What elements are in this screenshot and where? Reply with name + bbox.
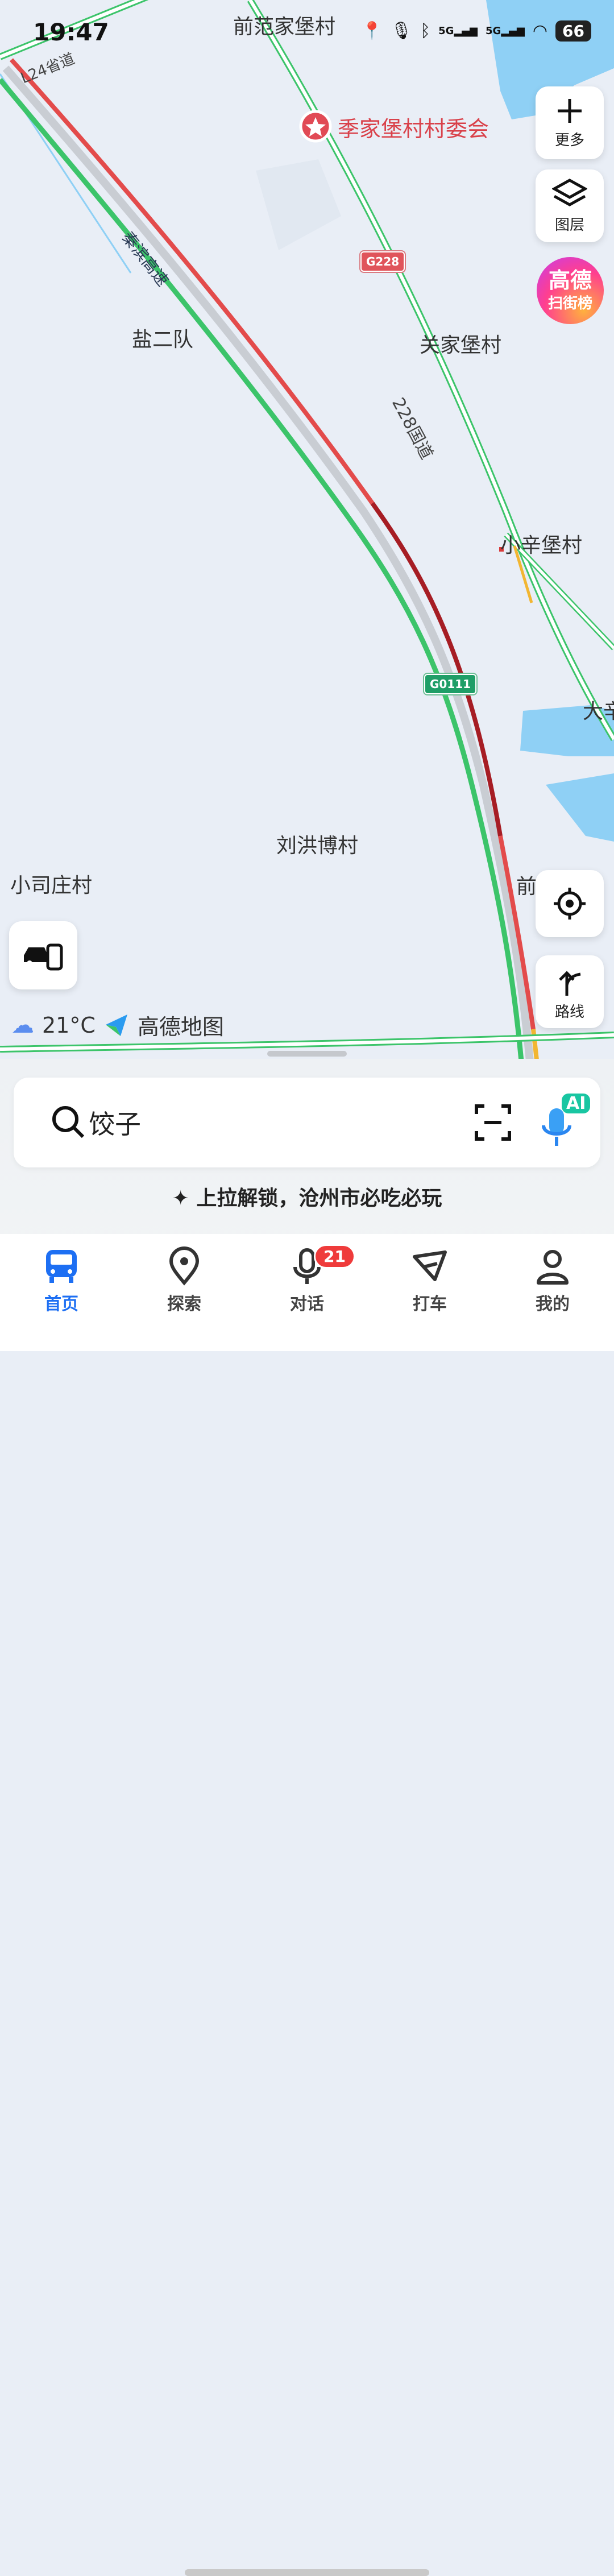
location-icon: 📍 (361, 21, 383, 41)
route-arrow-icon (559, 970, 581, 996)
search-input[interactable]: 饺子 (89, 1104, 141, 1141)
ai-voice-button[interactable]: AI (537, 1094, 591, 1150)
pull-up-tip[interactable]: ✦ 上拉解锁，沧州市必吃必玩 (0, 1182, 614, 1211)
status-bar: 19:47 📍 🎙 ᛒ 5G▂▄▆ 5G▂▄▆ ◠ 66 (0, 0, 614, 63)
nav-explore[interactable]: 探索 (139, 1246, 230, 1315)
nav-profile-label: 我的 (536, 1294, 570, 1314)
street-rank-title: 高德 (548, 267, 592, 293)
map-label-da: 大辛 (583, 700, 614, 723)
location-pin-icon (169, 1246, 200, 1286)
map-label-guanjiabaocun: 关家堡村 (420, 334, 502, 357)
home-indicator[interactable] (185, 2569, 429, 2576)
nav-taxi[interactable]: 打车 (384, 1246, 475, 1315)
signal-icon: 5G▂▄▆ (438, 25, 478, 37)
brand-name: 高德地图 (137, 1014, 224, 1039)
ai-badge: AI (562, 1094, 591, 1113)
nav-explore-label: 探索 (167, 1294, 201, 1314)
user-icon (537, 1250, 569, 1285)
signal-icon-2: 5G▂▄▆ (486, 25, 525, 37)
map-label-qian: 前 (516, 875, 537, 898)
wifi-icon: ◠ (532, 21, 548, 41)
sheet-handle[interactable] (267, 1051, 347, 1057)
car-phone-button[interactable] (9, 921, 77, 989)
locate-button[interactable] (536, 870, 604, 937)
crosshair-icon (554, 888, 586, 920)
search-icon (52, 1106, 85, 1138)
route-label: 路线 (554, 1003, 584, 1021)
chat-unread-badge: 21 (314, 1244, 355, 1269)
more-button[interactable]: 更多 (536, 86, 604, 159)
map-label-xiaosizhuangcun: 小司庄村 (10, 874, 93, 897)
temperature: 21°C (42, 1012, 96, 1038)
nav-profile[interactable]: 我的 (507, 1246, 598, 1315)
map-label-xiaoxinbaocun: 小辛堡村 (500, 534, 583, 557)
mic-status-icon: 🎙 (391, 21, 413, 41)
map-label-liuhongbocun: 刘洪博村 (276, 834, 359, 858)
map-label-yanerdui: 盐二队 (132, 328, 194, 351)
amap-logo-icon (105, 1014, 127, 1036)
plus-icon (558, 98, 582, 123)
layers-button[interactable]: 图层 (536, 169, 604, 242)
bus-icon (46, 1250, 77, 1283)
bottom-nav: 首页 探索 21 对话 打车 我的 (0, 1234, 614, 2576)
street-rank-button[interactable]: 高德 扫街榜 (537, 257, 604, 324)
car-phone-icon (24, 943, 63, 971)
cloud-icon: ☁ (11, 1012, 34, 1038)
status-icons: 📍 🎙 ᛒ 5G▂▄▆ 5G▂▄▆ ◠ 66 (362, 20, 591, 42)
shield-g0111: G0111 (424, 674, 477, 694)
nav-taxi-label: 打车 (413, 1294, 447, 1314)
layers-icon (552, 178, 587, 206)
search-bar[interactable]: 饺子 AI (14, 1078, 600, 1167)
nav-chat-label: 对话 (290, 1294, 324, 1314)
more-label: 更多 (554, 131, 584, 149)
nav-chat[interactable]: 21 对话 (262, 1244, 355, 1315)
scan-icon[interactable] (473, 1103, 513, 1142)
weather-bar: ☁ 21°C 高德地图 (11, 1009, 224, 1041)
pull-up-tip-text: 上拉解锁，沧州市必吃必玩 (196, 1187, 442, 1210)
route-button[interactable]: 路线 (536, 955, 604, 1028)
street-rank-subtitle: 扫街榜 (547, 295, 592, 312)
bluetooth-icon: ᛒ (420, 21, 431, 41)
layers-label: 图层 (554, 216, 584, 234)
shield-g228: G228 (360, 251, 405, 272)
sparkle-icon: ✦ (172, 1187, 189, 1210)
nav-home[interactable]: 首页 (16, 1246, 107, 1315)
taxi-icon (413, 1250, 447, 1281)
battery-icon: 66 (555, 20, 591, 42)
status-time: 19:47 (33, 18, 109, 46)
nav-home-label: 首页 (44, 1294, 78, 1314)
poi-label-jijiabao-village-committee[interactable]: 季家堡村村委会 (338, 111, 489, 143)
